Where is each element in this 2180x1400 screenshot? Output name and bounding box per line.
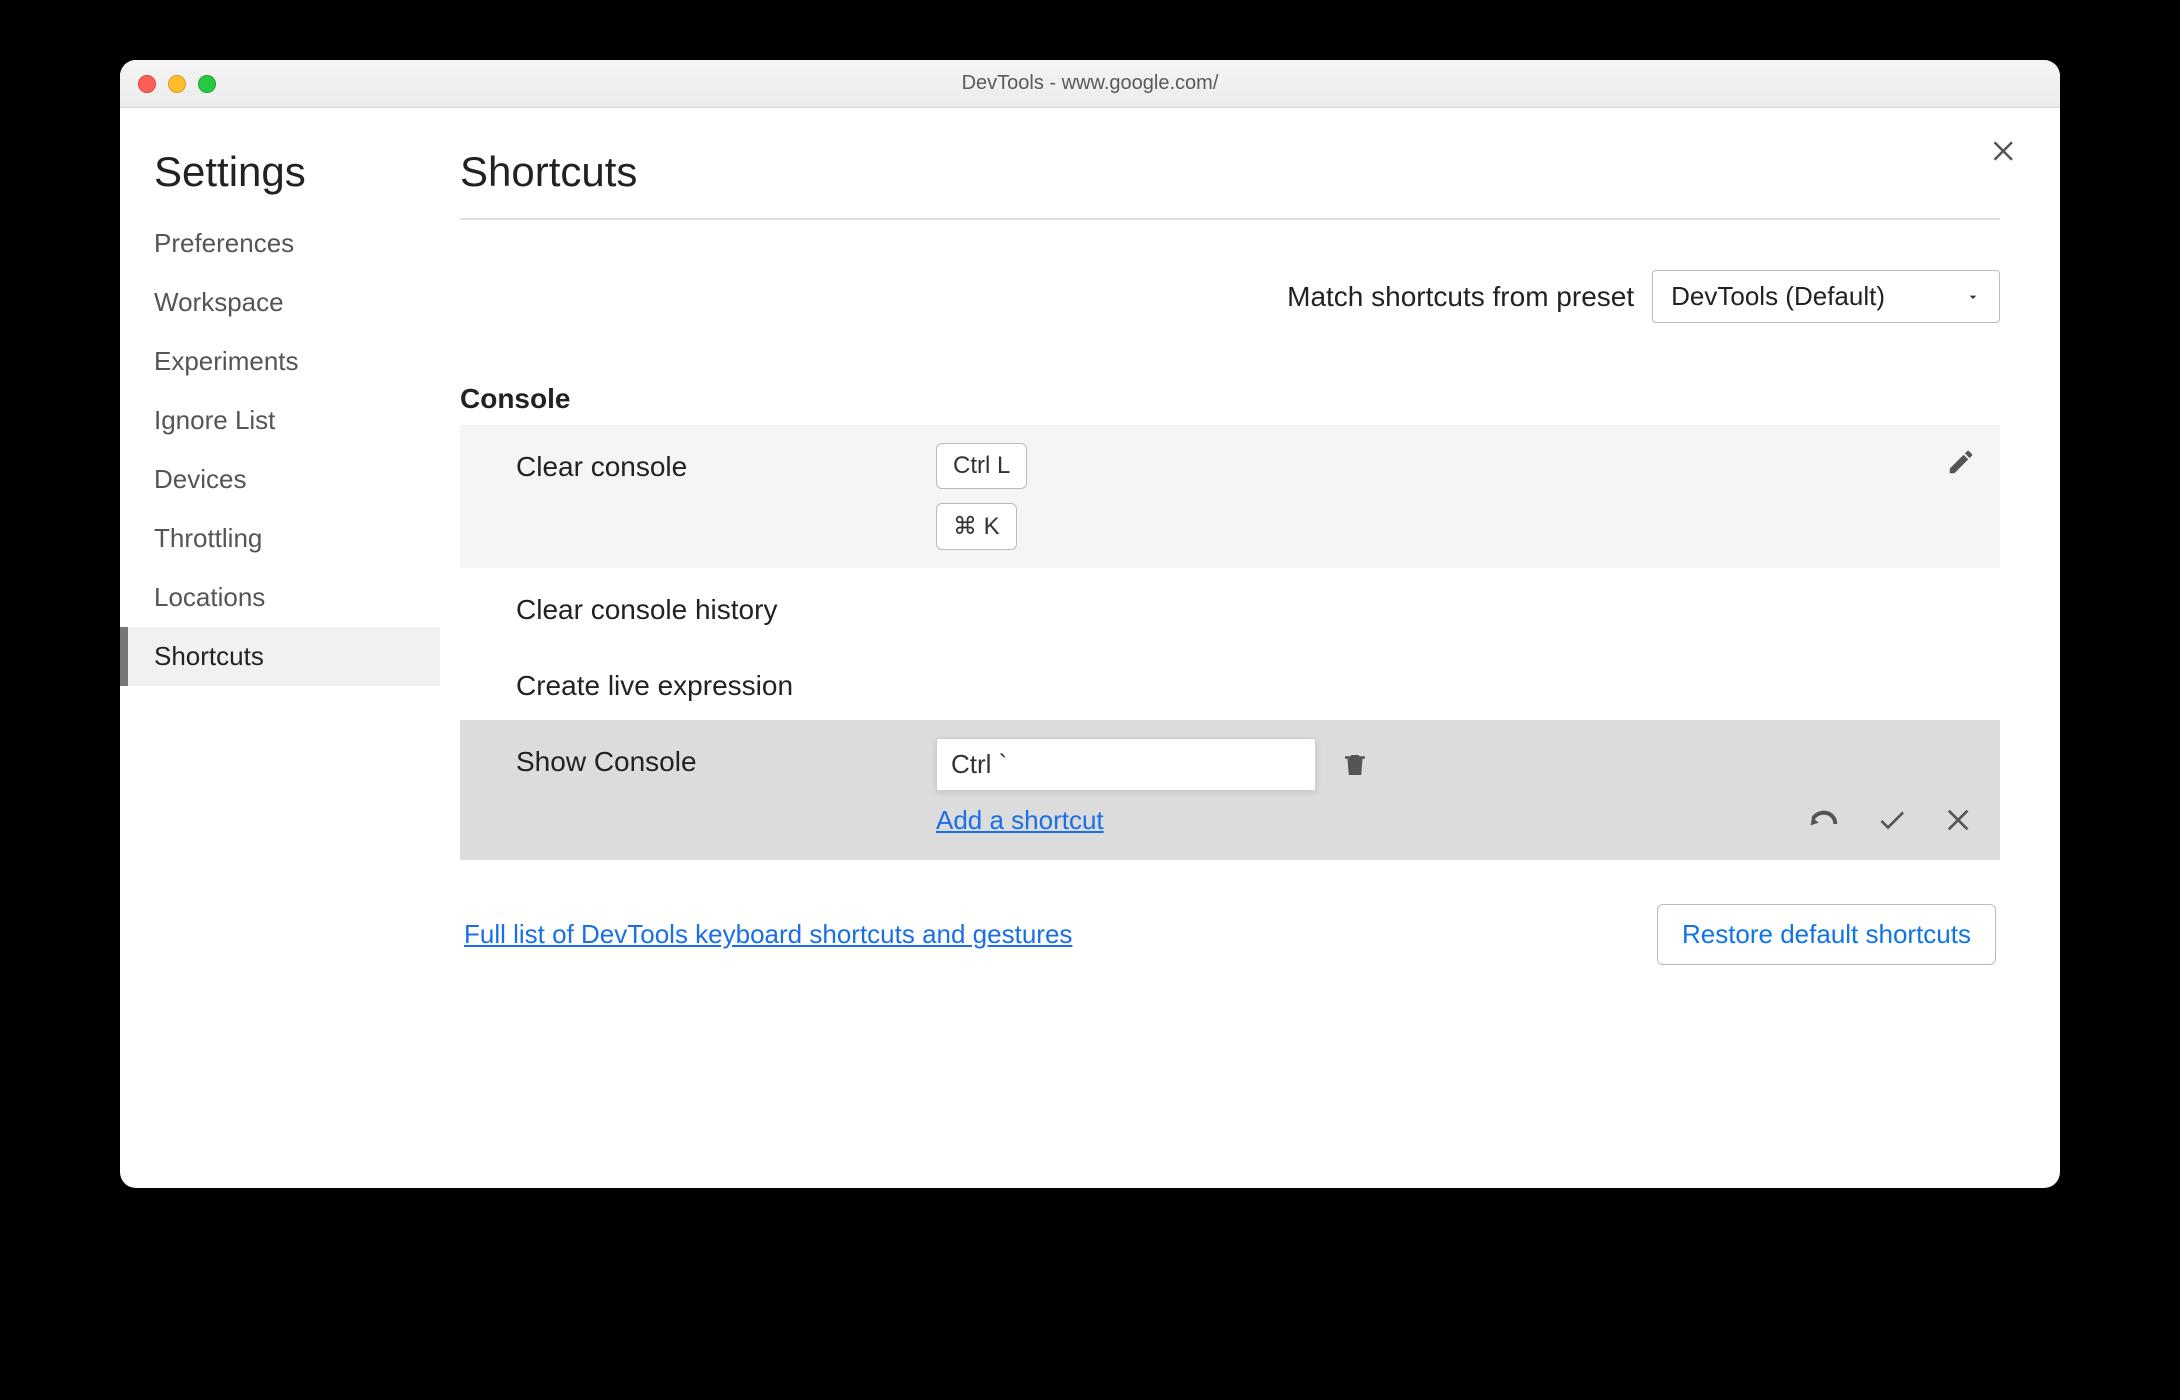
main-panel: Shortcuts Match shortcuts from preset De… (440, 108, 2060, 1188)
settings-sidebar: Settings Preferences Workspace Experimen… (120, 108, 440, 1188)
sidebar-item-locations[interactable]: Locations (120, 568, 440, 627)
add-shortcut-link[interactable]: Add a shortcut (936, 805, 1808, 836)
trash-icon[interactable] (1340, 750, 1370, 780)
keycap: Ctrl L (936, 443, 1027, 489)
cancel-icon[interactable] (1944, 804, 1976, 836)
traffic-lights (138, 75, 216, 93)
restore-defaults-button[interactable]: Restore default shortcuts (1657, 904, 1996, 965)
sidebar-item-preferences[interactable]: Preferences (120, 214, 440, 273)
shortcut-row-create-live-expression: Create live expression (460, 644, 2000, 720)
sidebar-item-shortcuts[interactable]: Shortcuts (120, 627, 440, 686)
shortcut-label: Create live expression (516, 662, 936, 702)
sidebar-item-workspace[interactable]: Workspace (120, 273, 440, 332)
shortcut-label: Clear console history (516, 586, 936, 626)
shortcut-row-show-console: Show Console Add a shortcut (460, 720, 2000, 860)
full-list-link[interactable]: Full list of DevTools keyboard shortcuts… (464, 919, 1072, 950)
preset-row: Match shortcuts from preset DevTools (De… (460, 270, 2000, 323)
edit-icon[interactable] (1946, 447, 1976, 477)
sidebar-item-experiments[interactable]: Experiments (120, 332, 440, 391)
shortcut-label: Clear console (516, 443, 936, 483)
undo-icon[interactable] (1808, 804, 1840, 836)
chevron-down-icon (1965, 281, 1981, 312)
preset-select-value: DevTools (Default) (1671, 281, 1885, 312)
sidebar-item-throttling[interactable]: Throttling (120, 509, 440, 568)
close-icon[interactable] (1990, 136, 2020, 166)
window-title: DevTools - www.google.com/ (120, 72, 2060, 95)
window-minimize-button[interactable] (168, 75, 186, 93)
preset-label: Match shortcuts from preset (1287, 281, 1634, 313)
shortcut-label: Show Console (516, 738, 936, 778)
titlebar: DevTools - www.google.com/ (120, 60, 2060, 108)
section-heading-console: Console (460, 383, 2000, 415)
shortcut-row-clear-console: Clear console Ctrl L ⌘ K (460, 425, 2000, 568)
shortcut-input[interactable] (936, 738, 1316, 791)
shortcut-keys: Ctrl L ⌘ K (936, 443, 1946, 550)
check-icon[interactable] (1876, 804, 1908, 836)
sidebar-heading: Settings (120, 148, 440, 214)
sidebar-item-devices[interactable]: Devices (120, 450, 440, 509)
preset-select[interactable]: DevTools (Default) (1652, 270, 2000, 323)
window-close-button[interactable] (138, 75, 156, 93)
sidebar-item-ignore-list[interactable]: Ignore List (120, 391, 440, 450)
page-title: Shortcuts (460, 148, 2000, 220)
devtools-settings-window: DevTools - www.google.com/ Settings Pref… (120, 60, 2060, 1188)
keycap: ⌘ K (936, 503, 1017, 550)
shortcut-row-clear-history: Clear console history (460, 568, 2000, 644)
window-zoom-button[interactable] (198, 75, 216, 93)
